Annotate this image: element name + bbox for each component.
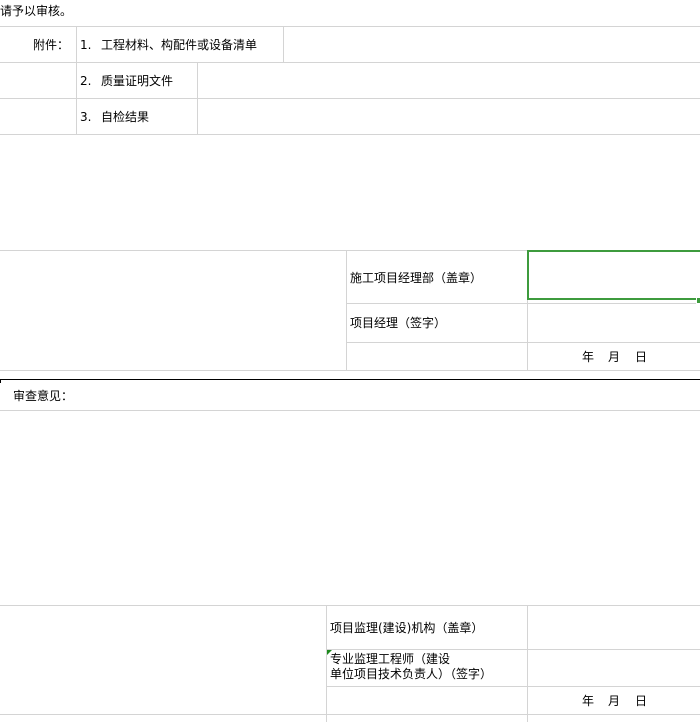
gridline (197, 62, 198, 134)
date-year[interactable]: 年 (582, 350, 594, 364)
gridline (0, 134, 700, 135)
gridline (347, 303, 700, 304)
attachment-number[interactable]: 1. (80, 38, 91, 52)
intro-text[interactable]: 请予以审核。 (0, 4, 72, 18)
review-opinion-label[interactable]: 审查意见： (13, 389, 73, 403)
engineer-label-line2[interactable]: 单位项目技术负责人）（签字） (330, 667, 492, 681)
gridline (0, 410, 700, 411)
gridline (527, 605, 528, 722)
attachment-item-materials[interactable]: 工程材料、构配件或设备清单 (101, 38, 257, 52)
date-day[interactable]: 日 (635, 350, 647, 364)
date-month[interactable]: 月 (608, 694, 620, 708)
project-manager-label[interactable]: 项目经理（签字） (350, 316, 446, 330)
supervisor-org-label[interactable]: 项目监理(建设)机构（盖章） (330, 621, 483, 635)
gridline (283, 26, 284, 62)
gridline (327, 686, 700, 687)
gridline (0, 370, 700, 371)
gridline (327, 649, 700, 650)
attachment-item-self-inspection[interactable]: 自检结果 (101, 110, 149, 124)
gridline (346, 250, 347, 370)
section-border (0, 379, 700, 380)
gridline (0, 62, 700, 63)
attachment-number[interactable]: 3. (80, 110, 91, 124)
gridline (347, 342, 700, 343)
gridline (0, 98, 700, 99)
section-border (0, 379, 1, 383)
gridline (0, 714, 700, 715)
attachment-number[interactable]: 2. (80, 74, 91, 88)
date-month[interactable]: 月 (608, 350, 620, 364)
fill-handle[interactable] (696, 297, 700, 304)
attachments-label[interactable]: 附件： (33, 38, 69, 52)
gridline (0, 26, 700, 27)
contractor-dept-label[interactable]: 施工项目经理部（盖章） (350, 271, 482, 285)
gridline (0, 605, 700, 606)
gridline (326, 605, 327, 722)
selected-cell[interactable] (527, 250, 700, 300)
gridline (76, 26, 77, 134)
date-day[interactable]: 日 (635, 694, 647, 708)
attachment-item-quality-certificates[interactable]: 质量证明文件 (101, 74, 173, 88)
engineer-label-line1[interactable]: 专业监理工程师（建设 (330, 652, 450, 666)
date-year[interactable]: 年 (582, 694, 594, 708)
